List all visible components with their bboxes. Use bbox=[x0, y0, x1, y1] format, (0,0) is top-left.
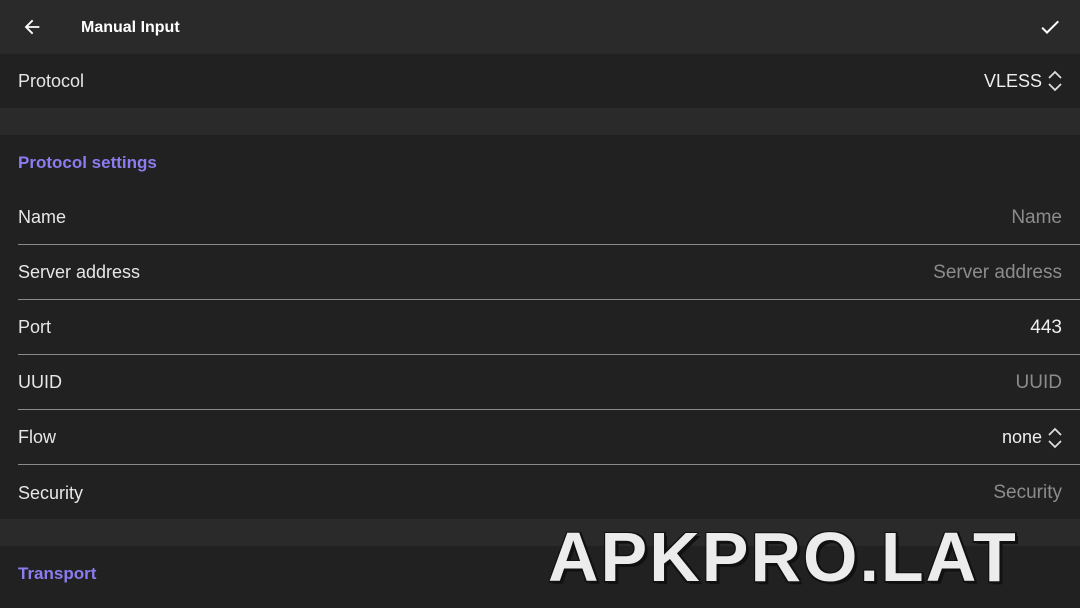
port-input[interactable]: 443 bbox=[1030, 300, 1062, 355]
section-gap bbox=[0, 108, 1080, 135]
name-label: Name bbox=[18, 207, 67, 227]
app-bar: Manual Input bbox=[0, 0, 1080, 54]
confirm-button[interactable] bbox=[1032, 9, 1068, 45]
uuid-input[interactable]: UUID bbox=[1016, 355, 1062, 410]
port-label: Port bbox=[18, 317, 52, 337]
unfold-icon bbox=[1046, 70, 1064, 92]
page-title: Manual Input bbox=[81, 19, 180, 36]
server-address-input[interactable]: Server address bbox=[933, 245, 1062, 300]
security-label: Security bbox=[18, 483, 84, 503]
name-input[interactable]: Name bbox=[1011, 190, 1062, 245]
port-field[interactable]: Port 443 bbox=[0, 300, 1080, 355]
name-field[interactable]: Name Name bbox=[0, 190, 1080, 245]
manual-input-screen: Manual Input Protocol VLESS Protocol set… bbox=[0, 0, 1080, 608]
check-icon bbox=[1041, 20, 1059, 34]
arrow-left-icon bbox=[24, 19, 40, 35]
flow-value: none bbox=[1001, 427, 1042, 447]
flow-label: Flow bbox=[18, 427, 57, 447]
server-address-field[interactable]: Server address Server address bbox=[0, 245, 1080, 300]
server-address-label: Server address bbox=[18, 262, 141, 282]
uuid-label: UUID bbox=[18, 372, 62, 392]
flow-select[interactable]: none bbox=[1002, 410, 1064, 465]
unfold-icon bbox=[1046, 427, 1064, 449]
back-button[interactable] bbox=[14, 9, 50, 45]
section-title: Transport bbox=[18, 564, 97, 583]
protocol-label: Protocol bbox=[18, 71, 85, 91]
protocol-select[interactable]: VLESS bbox=[984, 54, 1064, 108]
protocol-row[interactable]: Protocol VLESS bbox=[0, 54, 1080, 108]
uuid-field[interactable]: UUID UUID bbox=[0, 355, 1080, 410]
protocol-value: VLESS bbox=[983, 70, 1042, 91]
flow-field[interactable]: Flow none bbox=[0, 410, 1080, 465]
security-field[interactable]: Security Security bbox=[0, 465, 1080, 519]
section-title: Protocol settings bbox=[18, 153, 157, 172]
section-header-protocol-settings: Protocol settings bbox=[0, 135, 1080, 190]
watermark-text: APKPRO.LAT bbox=[548, 518, 1018, 596]
security-select[interactable]: Security bbox=[993, 465, 1062, 521]
